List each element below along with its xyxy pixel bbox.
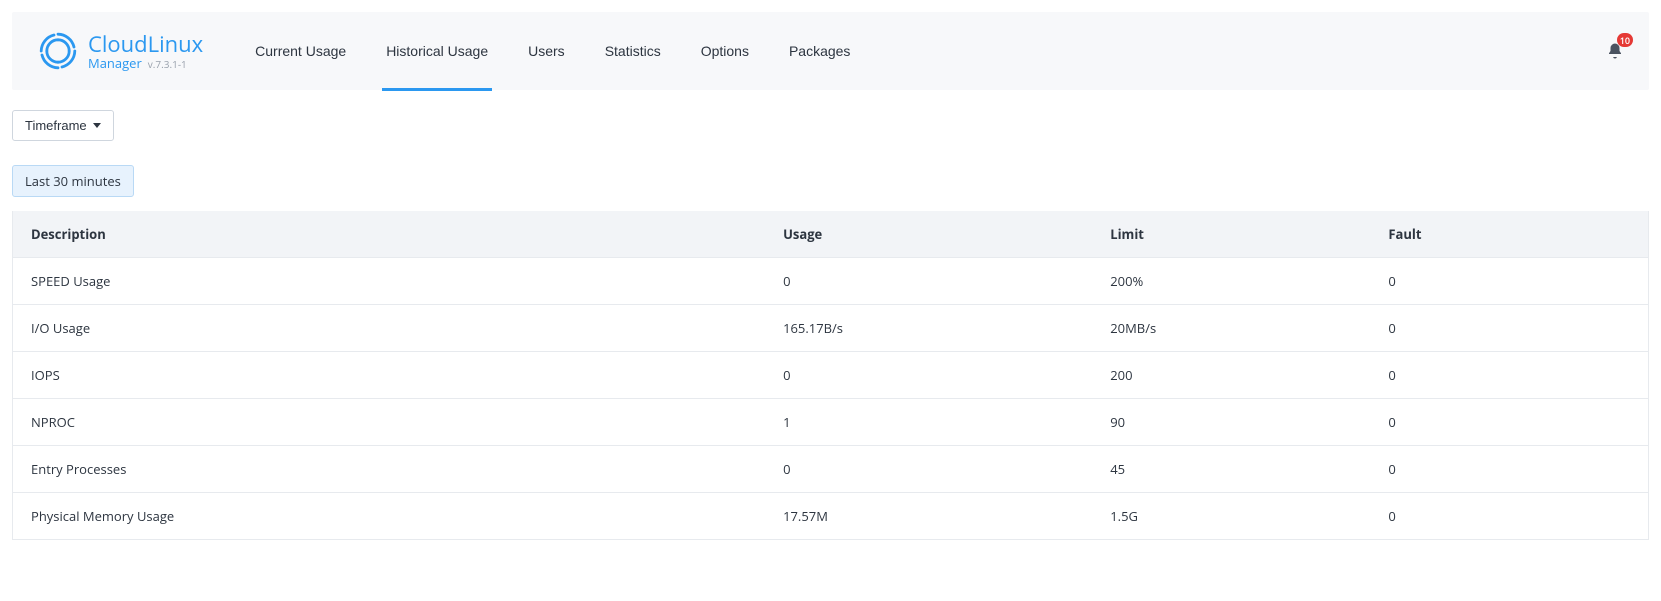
table-header-row: Description Usage Limit Fault [13,211,1649,258]
cell-limit: 45 [1092,446,1370,493]
cell-description: SPEED Usage [13,258,766,305]
table-row: I/O Usage165.17B/s20MB/s0 [13,305,1649,352]
timeframe-selected-chip[interactable]: Last 30 minutes [12,165,134,197]
cell-limit: 90 [1092,399,1370,446]
table-row: Entry Processes0450 [13,446,1649,493]
cell-limit: 20MB/s [1092,305,1370,352]
tab-label: Current Usage [255,43,346,59]
cell-usage: 0 [765,352,1092,399]
brand-title: CloudLinux [88,32,203,56]
tab-label: Statistics [605,43,661,59]
cell-usage: 1 [765,399,1092,446]
col-usage[interactable]: Usage [765,211,1092,258]
chevron-down-icon [93,123,101,128]
tab-current-usage[interactable]: Current Usage [235,12,366,90]
cell-limit: 1.5G [1092,493,1370,540]
cell-description: IOPS [13,352,766,399]
tab-label: Options [701,43,749,59]
tab-statistics[interactable]: Statistics [585,12,681,90]
cell-fault: 0 [1370,258,1648,305]
notifications-button[interactable]: 10 [1601,37,1629,65]
tab-label: Packages [789,43,850,59]
notification-count-badge: 10 [1617,33,1633,47]
cell-fault: 0 [1370,446,1648,493]
usage-table: Description Usage Limit Fault SPEED Usag… [12,211,1649,540]
chip-label: Last 30 minutes [25,172,121,190]
app-header: CloudLinux Manager v.7.3.1-1 Current Usa… [12,12,1649,90]
cell-fault: 0 [1370,305,1648,352]
cloudlinux-logo-icon [38,31,78,71]
cell-fault: 0 [1370,352,1648,399]
brand-subtitle: Manager [88,56,142,70]
table-row: SPEED Usage0200%0 [13,258,1649,305]
tab-options[interactable]: Options [681,12,769,90]
cell-limit: 200% [1092,258,1370,305]
tab-label: Users [528,43,565,59]
col-limit[interactable]: Limit [1092,211,1370,258]
cell-description: Entry Processes [13,446,766,493]
cell-fault: 0 [1370,399,1648,446]
col-fault[interactable]: Fault [1370,211,1648,258]
cell-description: NPROC [13,399,766,446]
tab-label: Historical Usage [386,43,488,59]
table-row: NPROC1900 [13,399,1649,446]
timeframe-dropdown[interactable]: Timeframe [12,110,114,141]
brand-version: v.7.3.1-1 [148,59,187,70]
tab-packages[interactable]: Packages [769,12,870,90]
cell-usage: 17.57M [765,493,1092,540]
cell-description: I/O Usage [13,305,766,352]
col-description[interactable]: Description [13,211,766,258]
cell-usage: 0 [765,258,1092,305]
cell-usage: 165.17B/s [765,305,1092,352]
main-tabs: Current Usage Historical Usage Users Sta… [235,12,870,90]
brand-block: CloudLinux Manager v.7.3.1-1 [38,31,203,71]
cell-fault: 0 [1370,493,1648,540]
cell-description: Physical Memory Usage [13,493,766,540]
cell-usage: 0 [765,446,1092,493]
cell-limit: 200 [1092,352,1370,399]
tab-users[interactable]: Users [508,12,585,90]
timeframe-label: Timeframe [25,118,87,133]
table-row: Physical Memory Usage17.57M1.5G0 [13,493,1649,540]
tab-historical-usage[interactable]: Historical Usage [366,12,508,90]
page-content: Timeframe Last 30 minutes Description Us… [0,90,1661,552]
table-row: IOPS02000 [13,352,1649,399]
brand-text: CloudLinux Manager v.7.3.1-1 [88,32,203,70]
